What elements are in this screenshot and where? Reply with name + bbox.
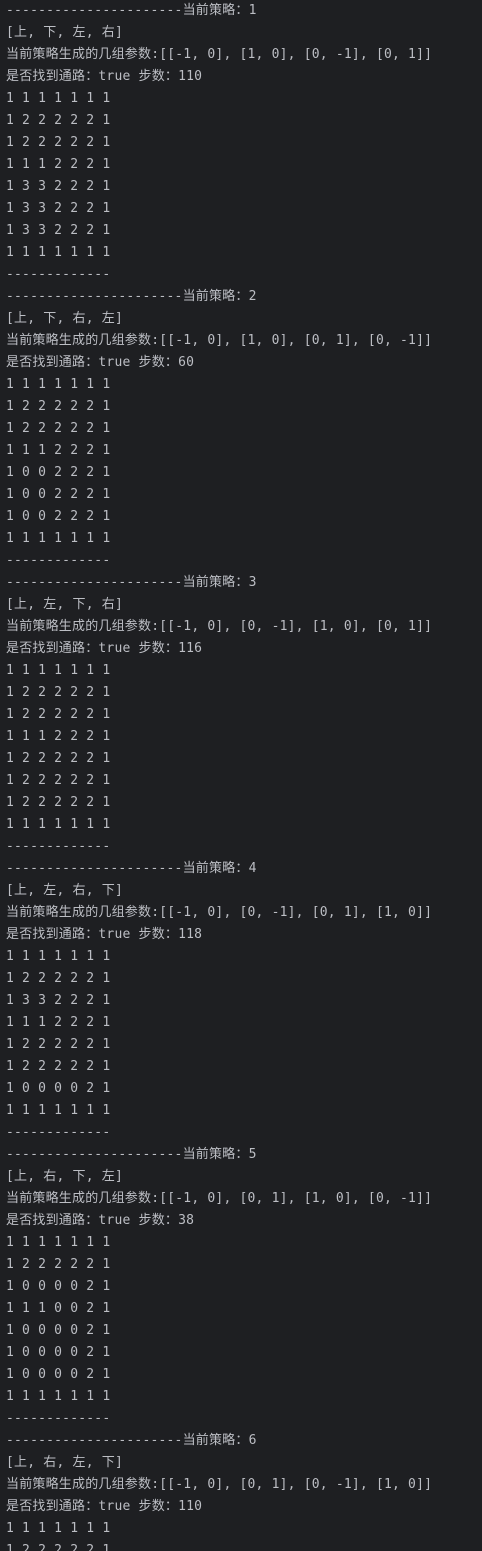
console-line: 1 2 2 2 2 2 1 bbox=[6, 399, 111, 414]
console-line: ----------------------当前策略：2 bbox=[6, 289, 257, 304]
console-line: ------------- bbox=[6, 553, 111, 568]
console-line: 1 1 1 1 1 1 1 bbox=[6, 245, 111, 260]
console-line: 1 3 3 2 2 2 1 bbox=[6, 179, 111, 194]
console-line: 1 2 2 2 2 2 1 bbox=[6, 795, 111, 810]
console-line: 1 3 3 2 2 2 1 bbox=[6, 993, 111, 1008]
console-line: [上, 左, 右, 下] bbox=[6, 883, 124, 898]
console-line: 1 1 1 2 2 2 1 bbox=[6, 1015, 111, 1030]
console-line: [上, 右, 左, 下] bbox=[6, 1455, 124, 1470]
console-line: ------------- bbox=[6, 1125, 111, 1140]
console-line: 1 1 1 2 2 2 1 bbox=[6, 157, 111, 172]
console-line: ------------- bbox=[6, 267, 111, 282]
console-line: 1 0 0 0 0 2 1 bbox=[6, 1367, 111, 1382]
console-line: 1 2 2 2 2 2 1 bbox=[6, 113, 111, 128]
console-line: 1 1 1 1 1 1 1 bbox=[6, 1521, 111, 1536]
console-line: 1 2 2 2 2 2 1 bbox=[6, 421, 111, 436]
console-output: ----------------------当前策略：1 [上, 下, 左, 右… bbox=[0, 0, 482, 1551]
console-line: 1 2 2 2 2 2 1 bbox=[6, 1059, 111, 1074]
console-line: 1 0 0 2 2 2 1 bbox=[6, 465, 111, 480]
console-line: 1 1 1 1 1 1 1 bbox=[6, 531, 111, 546]
console-line: 1 0 0 2 2 2 1 bbox=[6, 509, 111, 524]
console-line: 1 1 1 1 1 1 1 bbox=[6, 377, 111, 392]
console-line: [上, 右, 下, 左] bbox=[6, 1169, 124, 1184]
console-line: 是否找到通路：true 步数：110 bbox=[6, 1499, 203, 1514]
console-line: [上, 下, 左, 右] bbox=[6, 25, 124, 40]
console-line: ----------------------当前策略：3 bbox=[6, 575, 257, 590]
console-line: ------------- bbox=[6, 839, 111, 854]
console-line: 1 3 3 2 2 2 1 bbox=[6, 201, 111, 216]
console-line: 1 1 1 1 1 1 1 bbox=[6, 817, 111, 832]
console-line: 1 2 2 2 2 2 1 bbox=[6, 1037, 111, 1052]
console-line: 是否找到通路：true 步数：38 bbox=[6, 1213, 195, 1228]
console-line: 1 2 2 2 2 2 1 bbox=[6, 971, 111, 986]
console-line: ----------------------当前策略：1 bbox=[6, 3, 257, 18]
console-line: 1 2 2 2 2 2 1 bbox=[6, 707, 111, 722]
console-line: 是否找到通路：true 步数：118 bbox=[6, 927, 203, 942]
console-line: 1 2 2 2 2 2 1 bbox=[6, 1257, 111, 1272]
console-line: 当前策略生成的几组参数:[[-1, 0], [0, -1], [1, 0], [… bbox=[6, 619, 433, 634]
console-line: 当前策略生成的几组参数:[[-1, 0], [1, 0], [0, -1], [… bbox=[6, 47, 433, 62]
console-line: 1 0 0 0 0 2 1 bbox=[6, 1279, 111, 1294]
console-line: 1 3 3 2 2 2 1 bbox=[6, 223, 111, 238]
console-line: 1 1 1 2 2 2 1 bbox=[6, 443, 111, 458]
console-line: 1 1 1 1 1 1 1 bbox=[6, 949, 111, 964]
console-line: 1 2 2 2 2 2 1 bbox=[6, 1543, 111, 1551]
console-line: ----------------------当前策略：5 bbox=[6, 1147, 257, 1162]
console-line: ------------- bbox=[6, 1411, 111, 1426]
console-line: 1 1 1 1 1 1 1 bbox=[6, 1389, 111, 1404]
console-line: 1 1 1 2 2 2 1 bbox=[6, 729, 111, 744]
console-line: [上, 左, 下, 右] bbox=[6, 597, 124, 612]
console-line: 1 0 0 2 2 2 1 bbox=[6, 487, 111, 502]
console-line: 是否找到通路：true 步数：116 bbox=[6, 641, 203, 656]
console-line: 是否找到通路：true 步数：60 bbox=[6, 355, 195, 370]
console-line: 1 2 2 2 2 2 1 bbox=[6, 751, 111, 766]
console-line: 当前策略生成的几组参数:[[-1, 0], [0, 1], [0, -1], [… bbox=[6, 1477, 433, 1492]
console-line: 1 0 0 0 0 2 1 bbox=[6, 1081, 111, 1096]
console-line: 1 1 1 1 1 1 1 bbox=[6, 1103, 111, 1118]
console-line: 1 2 2 2 2 2 1 bbox=[6, 135, 111, 150]
console-line: 1 1 1 0 0 2 1 bbox=[6, 1301, 111, 1316]
console-line: ----------------------当前策略：6 bbox=[6, 1433, 257, 1448]
console-line: 1 0 0 0 0 2 1 bbox=[6, 1323, 111, 1338]
console-line: 1 0 0 0 0 2 1 bbox=[6, 1345, 111, 1360]
console-line: 当前策略生成的几组参数:[[-1, 0], [0, 1], [1, 0], [0… bbox=[6, 1191, 433, 1206]
console-line: 1 1 1 1 1 1 1 bbox=[6, 1235, 111, 1250]
console-line: 1 2 2 2 2 2 1 bbox=[6, 773, 111, 788]
console-line: 1 1 1 1 1 1 1 bbox=[6, 663, 111, 678]
console-line: 是否找到通路：true 步数：110 bbox=[6, 69, 203, 84]
console-line: ----------------------当前策略：4 bbox=[6, 861, 257, 876]
console-line: 当前策略生成的几组参数:[[-1, 0], [0, -1], [0, 1], [… bbox=[6, 905, 433, 920]
console-line: 1 2 2 2 2 2 1 bbox=[6, 685, 111, 700]
console-line: [上, 下, 右, 左] bbox=[6, 311, 124, 326]
console-line: 当前策略生成的几组参数:[[-1, 0], [1, 0], [0, 1], [0… bbox=[6, 333, 433, 348]
console-line: 1 1 1 1 1 1 1 bbox=[6, 91, 111, 106]
